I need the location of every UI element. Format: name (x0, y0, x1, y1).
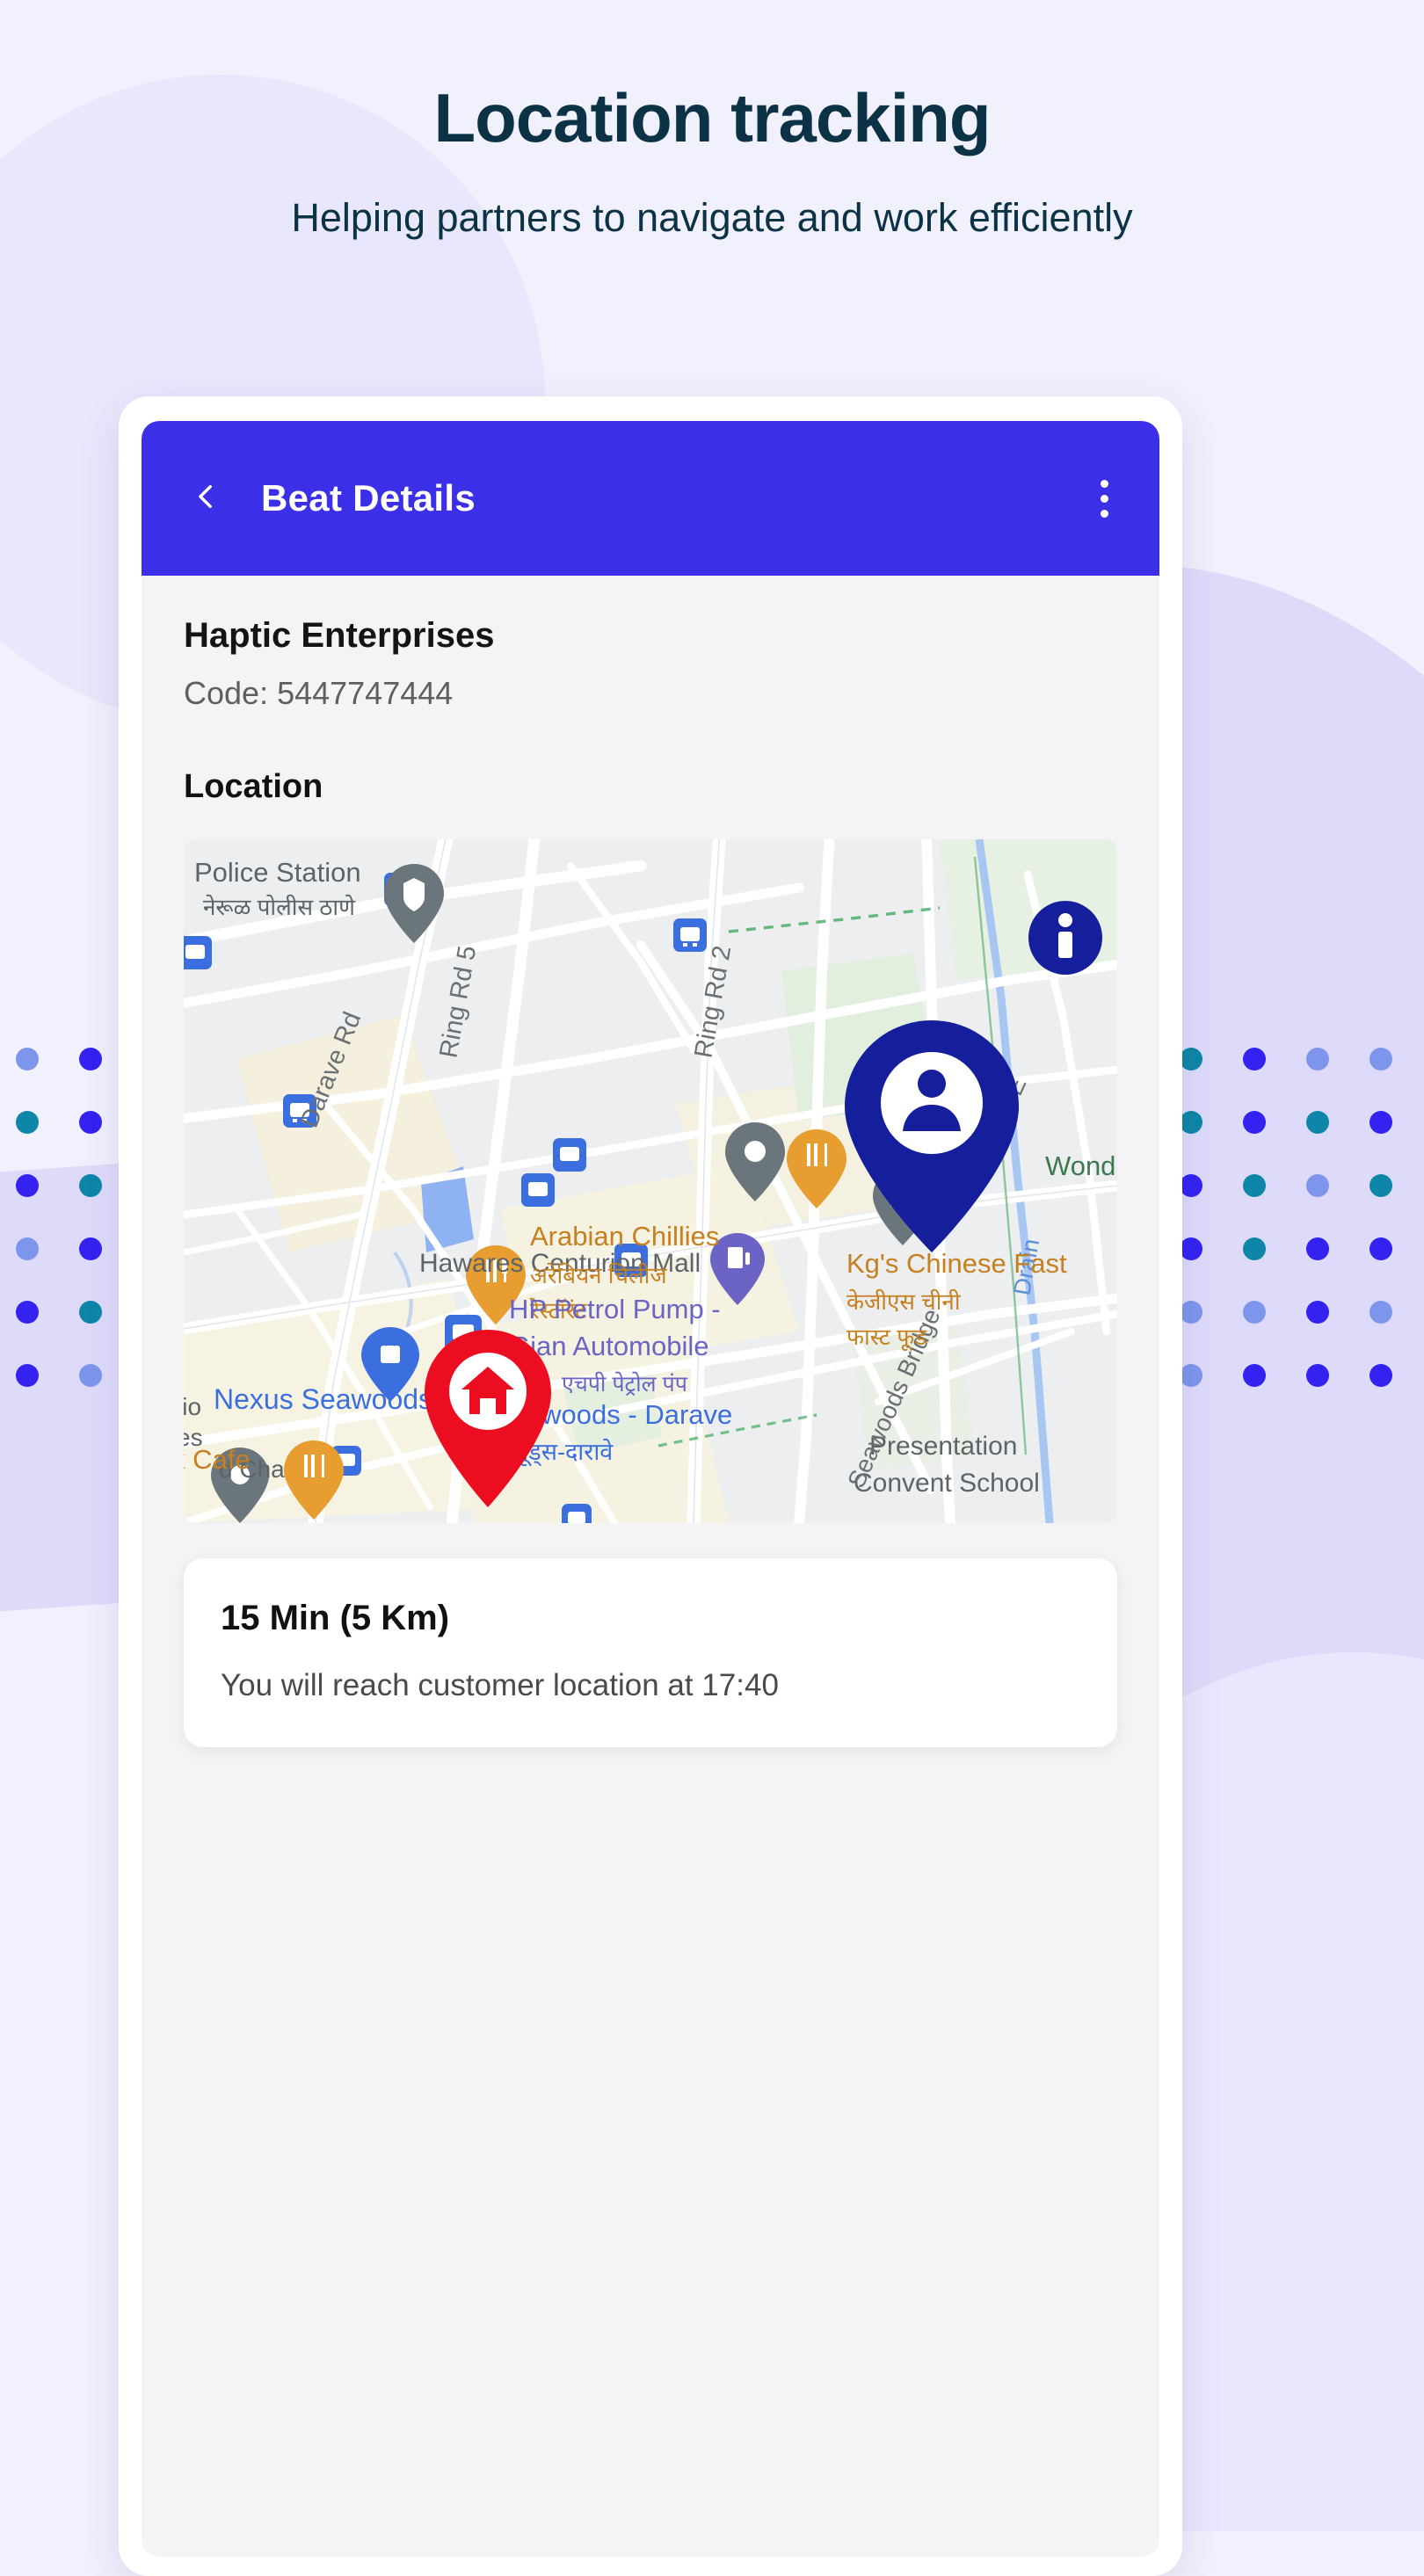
decor-dot (79, 1301, 102, 1324)
back-button[interactable] (184, 475, 229, 521)
map-label: lio (184, 1393, 201, 1420)
transit-icon (553, 1138, 586, 1172)
map-canvas: Police Station नेरूळ पोलीस ठाणे Hawares … (184, 839, 1117, 1523)
map-poi-label: Kg's Chinese Fast (846, 1248, 1067, 1279)
decor-dot (79, 1364, 102, 1387)
decor-dot (79, 1237, 102, 1260)
info-badge (1028, 901, 1102, 975)
decor-dot (16, 1048, 39, 1070)
decor-dot (1180, 1301, 1202, 1324)
map-poi-label: k Cafe (184, 1444, 251, 1475)
decor-dot (1180, 1237, 1202, 1260)
map-poi-label: Wond (1045, 1150, 1115, 1181)
app-bar: Beat Details (142, 421, 1159, 576)
phone-screen: Beat Details Haptic Enterprises Code: 54… (142, 421, 1159, 2557)
kebab-dot (1101, 479, 1108, 488)
page-subtitle: Helping partners to navigate and work ef… (291, 195, 1133, 241)
map-poi-label: केजीएस चीनी (846, 1288, 962, 1315)
eta-headline: 15 Min (5 Km) (221, 1599, 450, 1637)
decor-dot (1370, 1301, 1392, 1324)
map-poi-label: HP Petrol Pump - (509, 1294, 721, 1324)
decor-dot (1306, 1111, 1329, 1134)
chevron-left-icon (192, 482, 222, 516)
decor-dot (1306, 1237, 1329, 1260)
decor-dot (79, 1111, 102, 1134)
decor-dot (79, 1174, 102, 1197)
decor-dot (16, 1111, 39, 1134)
decor-dot (1243, 1048, 1266, 1070)
decor-dot (1243, 1111, 1266, 1134)
kebab-dot (1101, 494, 1108, 503)
decor-dot (1370, 1111, 1392, 1134)
store-code: Code: 5447747444 (184, 675, 454, 711)
decor-dot (1370, 1048, 1392, 1070)
decor-dot (1306, 1048, 1329, 1070)
map-label: नेरूळ पोलीस ठाणे (203, 894, 356, 920)
map-poi-label: एचपी पेट्रोल पंप (562, 1371, 688, 1397)
decor-dot (1370, 1237, 1392, 1260)
decor-dot (16, 1364, 39, 1387)
decor-dot (1180, 1364, 1202, 1387)
decor-dot (1180, 1174, 1202, 1197)
decor-dot-grid-right (1180, 1048, 1392, 1387)
map-label: Convent School (854, 1469, 1040, 1498)
transit-icon (184, 936, 212, 969)
decor-dot (1370, 1364, 1392, 1387)
decor-dot (1243, 1301, 1266, 1324)
decor-dot (1306, 1174, 1329, 1197)
screen-content: Haptic Enterprises Code: 5447747444 Loca… (142, 576, 1159, 1747)
phone-mockup: Beat Details Haptic Enterprises Code: 54… (119, 396, 1182, 2576)
location-map[interactable]: Police Station नेरूळ पोलीस ठाणे Hawares … (184, 839, 1117, 1523)
store-name: Haptic Enterprises (184, 616, 495, 655)
transit-icon (562, 1504, 592, 1523)
hero-section: Location tracking Helping partners to na… (0, 81, 1424, 244)
location-section-label: Location (184, 768, 323, 805)
map-label: Police Station (194, 857, 361, 888)
decor-dot (79, 1048, 102, 1070)
transit-icon (673, 918, 707, 952)
more-options-button[interactable] (1092, 471, 1117, 526)
app-bar-title: Beat Details (261, 477, 476, 519)
decor-dot (1243, 1237, 1266, 1260)
map-poi-label: Arabian Chillies (530, 1221, 719, 1252)
decor-dot (1243, 1174, 1266, 1197)
decor-dot (1243, 1364, 1266, 1387)
transit-icon (521, 1173, 555, 1207)
decor-dot (16, 1301, 39, 1324)
decor-dot (1180, 1048, 1202, 1070)
decor-dot (16, 1174, 39, 1197)
decor-dot (1370, 1174, 1392, 1197)
page-title: Location tracking (433, 79, 991, 156)
eta-detail: You will reach customer location at 17:4… (221, 1668, 779, 1702)
eta-card: 15 Min (5 Km) You will reach customer lo… (184, 1558, 1117, 1747)
decor-dot (1306, 1364, 1329, 1387)
map-poi-label: Nexus Seawoods (214, 1383, 432, 1415)
decor-dot (1306, 1301, 1329, 1324)
map-poi-label: फास्ट फूड (846, 1324, 927, 1352)
decor-dot (1180, 1111, 1202, 1134)
kebab-dot (1101, 509, 1108, 518)
decor-dot (16, 1237, 39, 1260)
map-poi-label: अरेबियन चिलीज (530, 1262, 667, 1288)
